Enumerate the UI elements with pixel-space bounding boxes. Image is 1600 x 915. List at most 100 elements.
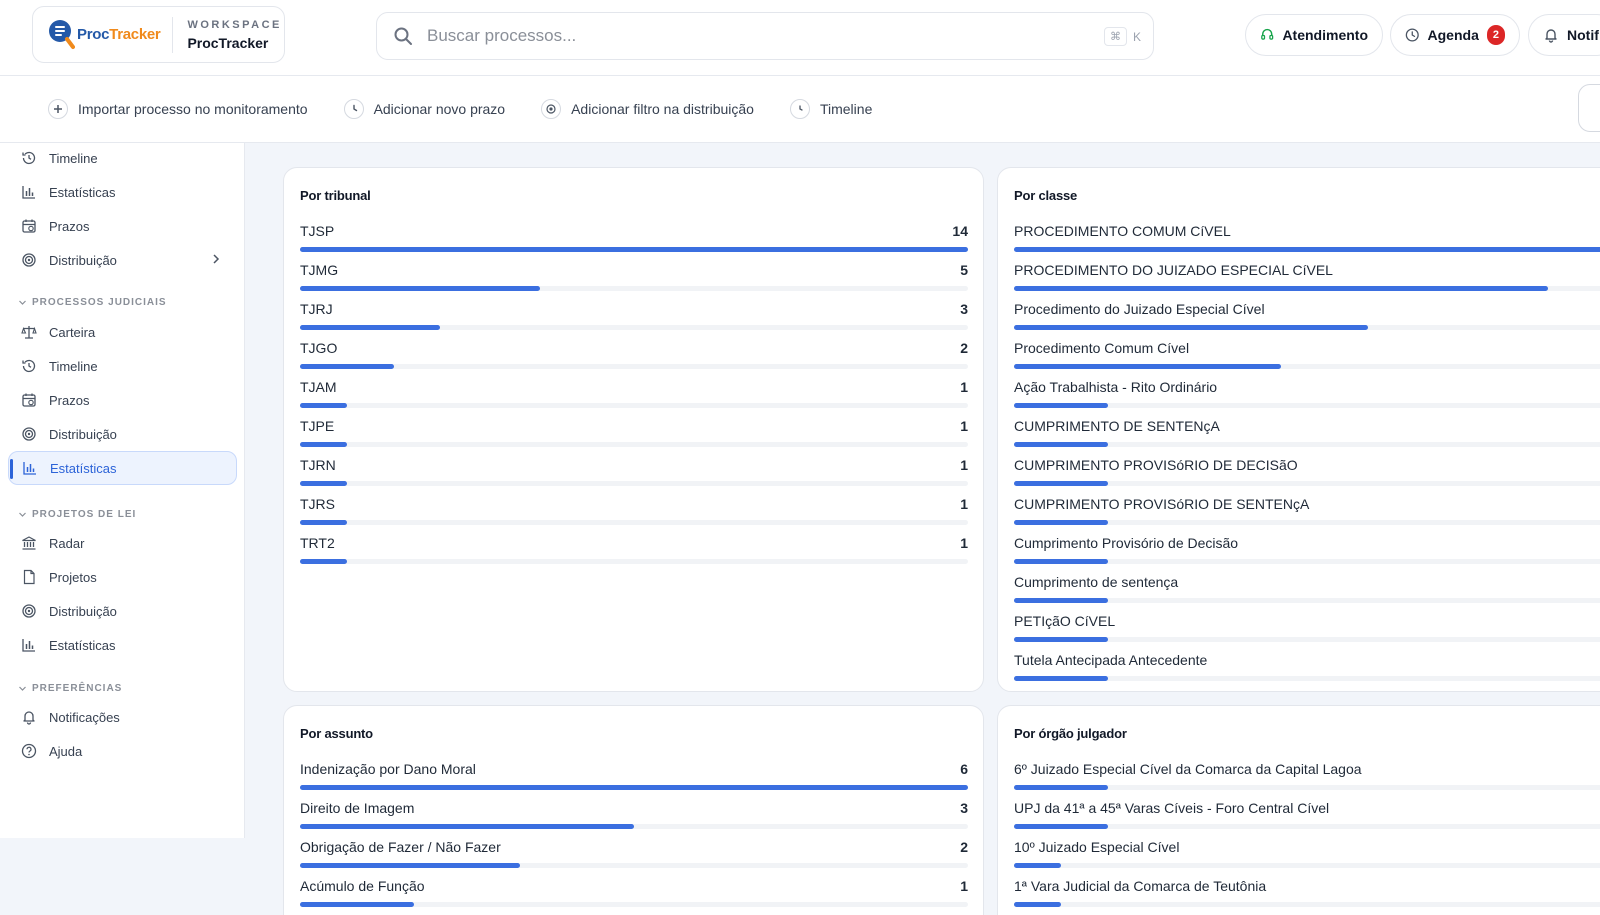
search-bar[interactable]: ⌘ K [376,12,1154,60]
card-por-orgao-julgador: Por órgão julgador 6º Juizado Especial C… [997,705,1600,915]
bar-label: 10º Juizado Especial Cível [1014,839,1180,855]
add-deadline-action[interactable]: Adicionar novo prazo [343,99,505,119]
sidebar-item-estatisticas[interactable]: Estatísticas [8,628,237,662]
sidebar-item-projetos[interactable]: Projetos [8,560,237,594]
sidebar-item-label: Distribuição [49,252,117,268]
search-input[interactable] [427,26,1067,46]
bar-row[interactable]: Direito de Imagem 3 [300,800,968,830]
bar-row[interactable]: Indenização por Dano Moral 6 [300,761,968,791]
quick-actions-bar: Importar processo no monitoramento Adici… [0,76,1600,143]
timeline-action[interactable]: Timeline [789,99,872,119]
sidebar-item-timeline[interactable]: Timeline [8,349,237,383]
bar-fill [300,863,521,868]
bar-label: Cumprimento de sentença [1014,574,1179,590]
bar-track [300,403,968,408]
sidebar-item-label: Estatísticas [49,637,116,653]
bar-row[interactable]: TJGO 2 [300,340,968,370]
bar-row[interactable]: CUMPRIMENTO DE SENTENçA [1014,418,1600,448]
atendimento-label: Atendimento [1282,27,1368,43]
sidebar-item-label: Prazos [49,218,90,234]
bar-label: CUMPRIMENTO PROVISóRIO DE SENTENçA [1014,496,1310,512]
help-circle-icon [20,742,38,760]
bar-row[interactable]: CUMPRIMENTO PROVISóRIO DE DECISãO [1014,457,1600,487]
bar-row[interactable]: TJSP 14 [300,223,968,253]
bar-row[interactable]: TRT2 1 [300,535,968,565]
sidebar-item-distribuicao[interactable]: Distribuição [8,417,237,451]
bar-value: 5 [960,262,968,278]
bar-fill [1014,364,1282,369]
bar-row[interactable]: TJMG 5 [300,262,968,292]
bar-track [1014,676,1600,681]
bar-row[interactable]: Ação Trabalhista - Rito Ordinário [1014,379,1600,409]
bar-row[interactable]: PROCEDIMENTO COMUM CíVEL [1014,223,1600,253]
sidebar-item-radar[interactable]: Radar [8,526,237,560]
bar-row[interactable]: 10º Juizado Especial Cível [1014,839,1600,869]
sidebar-item-prazos[interactable]: Prazos [8,383,237,417]
bar-value: 1 [960,496,968,512]
bar-row[interactable]: 1ª Vara Judicial da Comarca de Teutônia [1014,878,1600,908]
sidebar-item-ajuda[interactable]: Ajuda [8,734,237,768]
bar-row[interactable]: Procedimento do Juizado Especial Cível [1014,301,1600,331]
bar-row[interactable]: Procedimento Comum Cível [1014,340,1600,370]
import-process-action[interactable]: Importar processo no monitoramento [48,99,308,119]
sidebar-section-projetos[interactable]: PROJETOS DE LEI [18,509,136,520]
bar-row[interactable]: Cumprimento de sentença [1014,574,1600,604]
bar-label: UPJ da 41ª a 45ª Varas Cíveis - Foro Cen… [1014,800,1330,816]
sidebar-item-carteira[interactable]: Carteira [8,315,237,349]
logo-text-part2: Tracker [109,26,161,43]
card-por-tribunal: Por tribunal TJSP 14 TJMG 5 TJRJ 3 TJGO 2 TJAM 1 T… [283,167,984,692]
bar-row[interactable]: CUMPRIMENTO PROVISóRIO DE SENTENçA [1014,496,1600,526]
logo-text-part1: Proc [77,26,110,43]
sidebar-item-label: Carteira [49,324,96,340]
bar-track [1014,598,1600,603]
bar-row[interactable]: Cumprimento Provisório de Decisão [1014,535,1600,565]
bar-row[interactable]: 6º Juizado Especial Cível da Comarca da … [1014,761,1600,791]
agenda-button[interactable]: Agenda 2 [1390,14,1520,56]
bar-row[interactable]: TJRJ 3 [300,301,968,331]
bar-row[interactable]: PETIçãO CíVEL [1014,613,1600,643]
sidebar-section-processos[interactable]: PROCESSOS JUDICIAIS [18,297,167,308]
bar-label: TJGO [300,340,338,356]
bar-value: 2 [960,839,968,855]
atendimento-button[interactable]: Atendimento [1245,14,1383,56]
bar-row[interactable]: Acúmulo de Função 1 [300,878,968,908]
k-key: K [1132,29,1141,44]
history-icon [20,149,38,167]
add-distribution-filter-action[interactable]: Adicionar filtro na distribuição [541,99,754,119]
bar-row[interactable]: TJRN 1 [300,457,968,487]
bar-fill [1014,902,1061,907]
notifications-button[interactable]: Notif [1528,14,1600,56]
bar-value: 1 [960,457,968,473]
scale-icon [20,323,38,341]
plus-circle-icon [48,99,68,119]
bar-row[interactable]: Obrigação de Fazer / Não Fazer 2 [300,839,968,869]
target-icon [20,602,38,620]
sidebar-item-distribuicao[interactable]: Distribuição [8,243,237,277]
bar-row[interactable]: PROCEDIMENTO DO JUIZADO ESPECIAL CíVEL [1014,262,1600,292]
sidebar-section-preferencias[interactable]: PREFERÊNCIAS [18,683,122,694]
sidebar-item-distribuicao[interactable]: Distribuição [8,594,237,628]
bar-track [300,481,968,486]
bar-row[interactable]: TJRS 1 [300,496,968,526]
workspace-switcher[interactable]: ProcTracker WORKSPACE ProcTracker [32,6,285,63]
sidebar-item-notificacoes[interactable]: Notificações [8,700,237,734]
sidebar-item-estatisticas-active[interactable]: Estatísticas [8,451,237,485]
sidebar-item-timeline[interactable]: Timeline [8,141,237,175]
bar-row[interactable]: TJAM 1 [300,379,968,409]
bar-row[interactable]: UPJ da 41ª a 45ª Varas Cíveis - Foro Cen… [1014,800,1600,830]
section-title: PREFERÊNCIAS [32,683,123,694]
document-icon [20,568,38,586]
sidebar: Timeline Estatísticas Prazos Distribuiçã… [0,143,245,838]
sidebar-item-prazos[interactable]: Prazos [8,209,237,243]
clock-icon [343,99,364,119]
actionbar-overflow-button[interactable] [1578,84,1600,132]
bar-fill [300,520,347,525]
bar-track [1014,247,1600,252]
section-title: PROCESSOS JUDICIAIS [32,297,167,308]
bar-fill [1014,785,1108,790]
bar-chart-icon [20,183,38,201]
bar-row[interactable]: TJPE 1 [300,418,968,448]
bar-row[interactable]: Tutela Antecipada Antecedente [1014,652,1600,682]
sidebar-item-estatisticas[interactable]: Estatísticas [8,175,237,209]
bar-label: TJPE [300,418,335,434]
